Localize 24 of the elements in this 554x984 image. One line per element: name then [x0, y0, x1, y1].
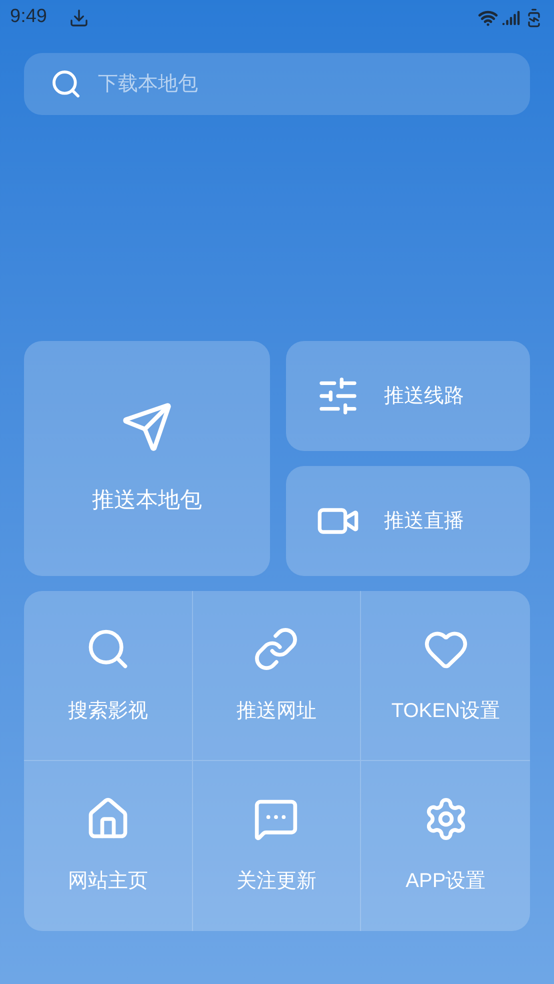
download-icon	[68, 8, 89, 28]
card-label: 推送本地包	[92, 486, 202, 514]
menu-label: 推送网址	[236, 698, 316, 724]
card-label: 推送线路	[384, 384, 464, 409]
menu-label: TOKEN设置	[391, 698, 500, 724]
menu-label: 关注更新	[236, 869, 316, 894]
menu-label: 网站主页	[68, 869, 148, 894]
signal-icon	[502, 8, 520, 26]
menu-item[interactable]: 推送网址	[192, 591, 362, 761]
link-icon	[253, 626, 300, 672]
menu-item[interactable]: TOKEN设置	[361, 591, 530, 761]
push-card[interactable]: 推送直播	[286, 466, 530, 576]
search-icon	[50, 68, 82, 100]
menu-label: 搜索影视	[68, 698, 148, 724]
push-card[interactable]: 推送线路	[286, 341, 530, 451]
card-label: 推送直播	[384, 509, 464, 534]
menu-item[interactable]: 搜索影视	[24, 591, 193, 761]
push-local-card[interactable]: 推送本地包	[24, 341, 270, 576]
menu-item[interactable]: 关注更新	[192, 761, 362, 931]
menu-label: APP设置	[406, 869, 486, 894]
menu-item[interactable]: APP设置	[361, 761, 530, 931]
status-time: 9:49	[10, 5, 47, 30]
send-icon	[121, 401, 173, 453]
menu-item[interactable]: 网站主页	[24, 761, 193, 931]
